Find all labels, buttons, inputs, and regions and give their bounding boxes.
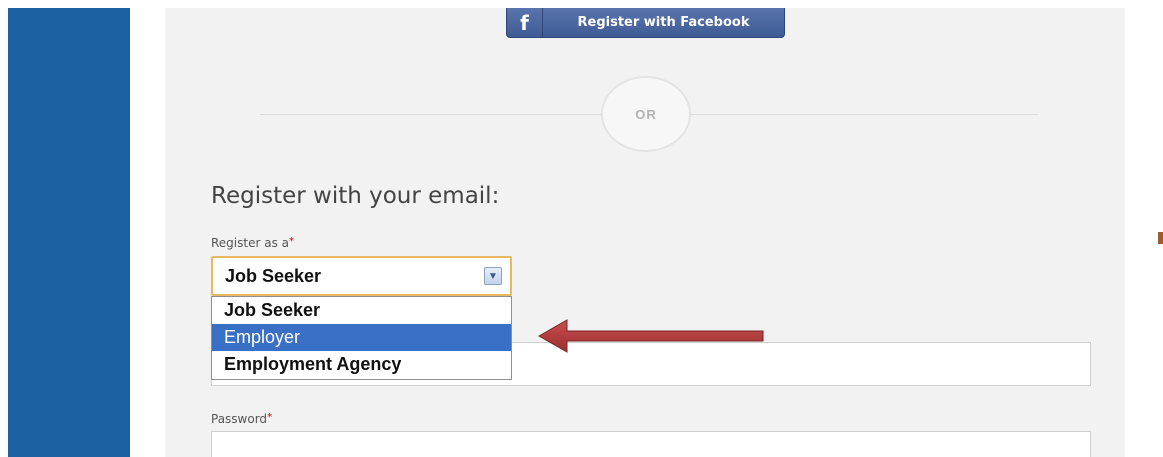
- password-label: Password*: [211, 412, 272, 426]
- register-as-select[interactable]: Job Seeker ▼: [211, 256, 512, 296]
- password-field[interactable]: [211, 431, 1091, 457]
- option-employer[interactable]: Employer: [212, 324, 511, 351]
- annotation-arrow: [537, 319, 764, 353]
- option-employment-agency[interactable]: Employment Agency: [212, 351, 511, 378]
- password-label-text: Password: [211, 412, 268, 426]
- register-as-options: Job Seeker Employer Employment Agency: [211, 296, 512, 380]
- register-as-label: Register as a*: [211, 236, 294, 250]
- register-as-label-text: Register as a: [211, 236, 289, 250]
- side-icon: [1158, 232, 1163, 244]
- chevron-down-icon[interactable]: ▼: [484, 267, 502, 285]
- password-required-mark: *: [267, 412, 273, 423]
- or-divider-label: OR: [635, 106, 657, 122]
- option-job-seeker[interactable]: Job Seeker: [212, 297, 511, 324]
- required-mark: *: [289, 236, 294, 247]
- register-email-heading: Register with your email:: [211, 183, 500, 209]
- page: f Register with Facebook OR Register wit…: [0, 0, 1163, 457]
- facebook-button-label: Register with Facebook: [577, 15, 750, 30]
- or-divider: OR: [601, 76, 691, 152]
- register-as-selected-value: Job Seeker: [225, 265, 322, 286]
- left-sidebar: [8, 8, 130, 457]
- facebook-icon: f: [507, 8, 543, 37]
- top-strip: [0, 0, 1163, 8]
- register-with-facebook-button[interactable]: f Register with Facebook: [506, 8, 785, 38]
